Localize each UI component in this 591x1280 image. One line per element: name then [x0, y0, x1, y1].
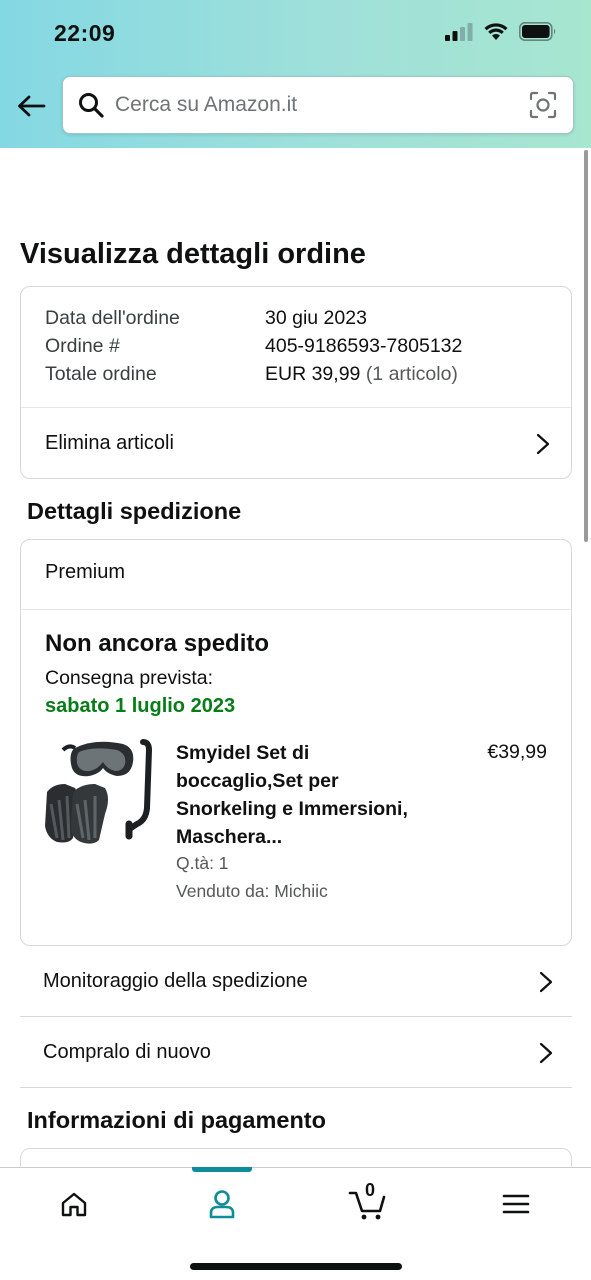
- delivery-date: sabato 1 luglio 2023: [45, 695, 236, 717]
- track-shipment-row[interactable]: Monitoraggio della spedizione: [20, 947, 572, 1017]
- back-arrow-icon: [18, 95, 46, 117]
- home-indicator[interactable]: [190, 1263, 402, 1270]
- wifi-icon: [484, 23, 508, 40]
- product-image[interactable]: [43, 738, 155, 846]
- order-date-label: Data dell'ordine: [45, 307, 180, 329]
- delivery-label: Consegna prevista:: [45, 667, 214, 689]
- shipping-service: Premium: [45, 561, 126, 583]
- camera-scan-icon[interactable]: [529, 91, 557, 119]
- status-time: 22:09: [54, 20, 116, 46]
- status-icons: [445, 22, 557, 41]
- delete-items-row[interactable]: Elimina articoli: [21, 408, 571, 479]
- order-total-amount: EUR 39,99: [265, 363, 361, 385]
- payment-section-title: Informazioni di pagamento: [27, 1107, 326, 1133]
- search-icon: [77, 91, 105, 119]
- search-bar[interactable]: [62, 76, 574, 134]
- chevron-right-icon: [539, 1042, 553, 1063]
- bottom-navigation: 0: [0, 1167, 591, 1280]
- order-number-label: Ordine #: [45, 335, 120, 357]
- search-input[interactable]: [115, 93, 529, 117]
- buy-again-label: Compralo di nuovo: [43, 1041, 211, 1063]
- account-icon: [209, 1190, 235, 1219]
- chevron-right-icon: [539, 971, 553, 992]
- chevron-right-icon: [536, 433, 550, 454]
- header: 22:09: [0, 0, 591, 148]
- product-seller: Venduto da: Michiic: [176, 881, 328, 901]
- product-title-link[interactable]: Smyidel Set di boccaglio,Set per Snorkel…: [176, 739, 436, 851]
- divider: [21, 609, 571, 610]
- home-icon: [61, 1192, 87, 1217]
- scrollbar[interactable]: [584, 150, 588, 542]
- nav-cart[interactable]: 0: [338, 1180, 398, 1224]
- active-tab-indicator: [192, 1167, 252, 1172]
- nav-home[interactable]: [44, 1184, 104, 1224]
- order-total-value: EUR 39,99 (1 articolo): [265, 363, 458, 386]
- buy-again-row[interactable]: Compralo di nuovo: [20, 1018, 572, 1088]
- order-date-value: 30 giu 2023: [265, 307, 367, 329]
- nav-account[interactable]: [192, 1184, 252, 1224]
- order-number-value: 405-9186593-7805132: [265, 335, 463, 357]
- delete-items-label: Elimina articoli: [45, 432, 174, 454]
- product-quantity: Q.tà: 1: [176, 853, 229, 873]
- cart-count-badge: 0: [365, 1180, 376, 1200]
- battery-icon: [519, 22, 556, 41]
- shipping-section-title: Dettagli spedizione: [27, 498, 242, 524]
- menu-icon: [502, 1194, 530, 1214]
- order-total-label: Totale ordine: [45, 363, 157, 385]
- track-shipment-label: Monitoraggio della spedizione: [43, 970, 308, 992]
- shipment-status: Non ancora spedito: [45, 630, 270, 657]
- nav-menu[interactable]: [486, 1184, 546, 1224]
- product-price: €39,99: [487, 741, 547, 763]
- page-title: Visualizza dettagli ordine: [20, 238, 366, 270]
- shipment-card: Premium Non ancora spedito Consegna prev…: [20, 539, 572, 946]
- back-button[interactable]: [14, 88, 48, 124]
- order-summary-card: Data dell'ordine 30 giu 2023 Ordine # 40…: [20, 286, 572, 479]
- signal-icon: [445, 22, 473, 41]
- order-item-count: (1 articolo): [365, 363, 458, 385]
